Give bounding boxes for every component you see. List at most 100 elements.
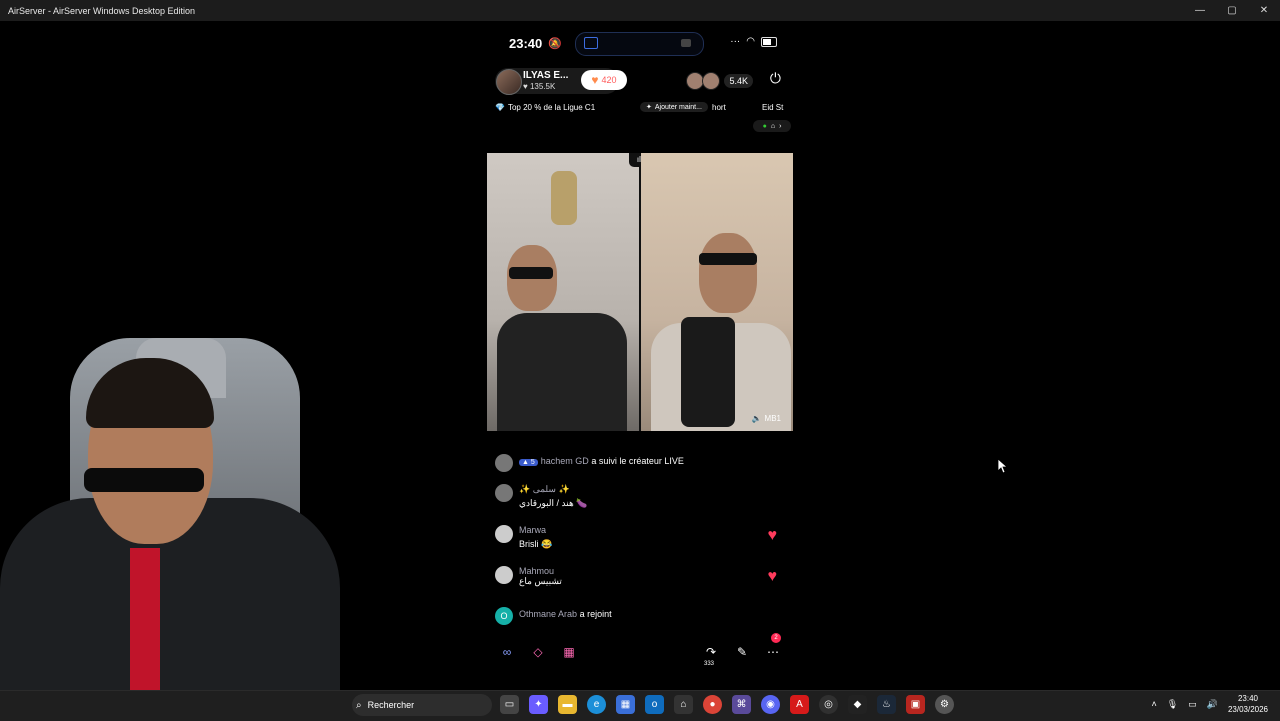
file-explorer-icon[interactable]: ▬: [558, 695, 577, 714]
tray-date: 23/03/2026: [1227, 705, 1268, 714]
mini-controls[interactable]: ● ⌂ ›: [753, 120, 791, 132]
eid-badge[interactable]: Eid St: [762, 103, 783, 112]
settings-gear-icon[interactable]: ⚙: [935, 695, 954, 714]
copilot-icon[interactable]: ✦: [529, 695, 548, 714]
chat-user: Marwa: [519, 525, 547, 535]
apps-grid-icon[interactable]: ▦: [557, 640, 581, 664]
right-person-head: [699, 233, 757, 313]
status-icons: ··· ◠: [730, 36, 777, 47]
network-icon[interactable]: ▭: [1188, 699, 1197, 710]
maximize-button[interactable]: ▢: [1216, 0, 1248, 21]
match-icon[interactable]: ◇: [526, 640, 550, 664]
discord-icon[interactable]: ◉: [761, 695, 780, 714]
host-pill[interactable]: ILYAS E... ♥ 135.5K ♥ 420: [495, 68, 627, 95]
dynamic-island: [575, 32, 704, 56]
clock-date[interactable]: 23:40 23/03/2026: [1228, 693, 1268, 715]
add-now-text: Ajouter maint...: [654, 103, 702, 111]
viewer-avatar: [702, 72, 721, 90]
chat-text: Brisli 😂: [519, 539, 553, 549]
host-likes: ♥ 135.5K: [523, 82, 556, 91]
streamer-shirt: [130, 548, 160, 690]
volume-icon[interactable]: 🔊: [1207, 699, 1218, 710]
heart-count: 420: [601, 75, 617, 85]
like-heart-icon[interactable]: ♥: [768, 568, 778, 586]
chat-text: هند / البورقادي 🍆: [519, 498, 588, 508]
signal-icon: ···: [730, 36, 741, 47]
chevron-right-icon: ›: [779, 122, 782, 130]
badge-row: 💎 Top 20 % de la Ligue C1 ✦ Ajouter maint.…: [495, 100, 785, 114]
mirrored-phone-screen: 23:40 🔕 ··· ◠ ILYAS E... ♥ 135.5K ♥ 420 5…: [487, 22, 793, 690]
held-phone: [681, 317, 735, 427]
search-placeholder: Rechercher: [367, 700, 415, 710]
chat-user: Mahmou: [519, 566, 555, 576]
chat-text: a suivi le créateur LIVE: [591, 456, 684, 466]
streamer-sunglasses: [84, 468, 204, 492]
streamer-app-icon[interactable]: ▣: [906, 695, 925, 714]
host-avatar[interactable]: [496, 69, 522, 95]
left-person-glasses: [509, 267, 553, 279]
user-avatar: [495, 484, 513, 502]
share-count: 333: [704, 661, 715, 667]
magic-wand-icon[interactable]: ✎: [730, 640, 754, 664]
tray-time: 23:40: [1237, 694, 1258, 703]
task-view-icon[interactable]: ▭: [500, 695, 519, 714]
user-avatar: [495, 454, 513, 472]
chevron-up-icon[interactable]: ˄: [1152, 699, 1157, 709]
guest-tag[interactable]: 🔈 MB1: [752, 414, 781, 423]
search-icon: ⌕: [356, 699, 362, 711]
follow-heart-button[interactable]: ♥ 420: [581, 70, 627, 90]
notification-badge: 2: [771, 633, 781, 643]
obs-icon[interactable]: ◎: [819, 695, 838, 714]
chat-user: Othmane Arab: [519, 609, 578, 619]
more-options-icon[interactable]: ⋯ 2: [761, 633, 785, 664]
wall-figure: [551, 171, 577, 225]
host-likes-value: 135.5K: [529, 82, 556, 91]
league-badge[interactable]: 💎 Top 20 % de la Ligue C1: [495, 103, 595, 112]
chrome-icon[interactable]: ●: [703, 695, 722, 714]
user-avatar: [495, 525, 513, 543]
green-dot-icon: ●: [762, 122, 767, 130]
window-controls: — ▢ ✕: [1184, 0, 1280, 21]
gamepad-icon[interactable]: ⌘: [732, 695, 751, 714]
airserver-icon[interactable]: ⌂: [674, 695, 693, 714]
join-line: Othmane Arab a rejoint: [519, 609, 612, 619]
follow-line: ▲ 5 hachem GD a suivi le créateur LIVE: [519, 456, 684, 466]
right-person-glasses: [699, 253, 757, 265]
add-now-badge[interactable]: ✦ Ajouter maint...: [640, 102, 708, 112]
bell-mute-icon: 🔕: [548, 38, 562, 50]
adobe-icon[interactable]: A: [790, 695, 809, 714]
heart-icon: ♥: [591, 73, 599, 87]
system-tray: ˄ 🎙 ▭ 🔊 23:40 23/03/2026: [1152, 693, 1268, 715]
level-value: 5: [530, 459, 535, 466]
speaker-icon: 🔈: [751, 414, 762, 423]
battery-icon: [761, 36, 777, 47]
viewers-group[interactable]: 5.4K: [686, 72, 753, 90]
outlook-icon[interactable]: o: [645, 695, 664, 714]
epic-icon[interactable]: ◆: [848, 695, 867, 714]
link-icon[interactable]: ∞: [495, 640, 519, 664]
camera-indicator-icon: [681, 39, 691, 47]
screen-mirroring-icon: [584, 37, 598, 49]
like-heart-icon[interactable]: ♥: [768, 527, 778, 545]
edge-icon[interactable]: e: [587, 695, 606, 714]
chat-user: hachem GD: [540, 456, 589, 466]
share-icon[interactable]: ↷ 333: [699, 640, 723, 667]
windows-taskbar: ⌕ Rechercher ▭ ✦ ▬ e ▦ o ⌂ ● ⌘ ◉ A ◎ ◆ ♨…: [0, 690, 1280, 721]
live-header: ILYAS E... ♥ 135.5K ♥ 420 5.4K ⏻: [495, 68, 785, 96]
chat-text: تشبيس ماع: [519, 576, 562, 586]
viewer-count: 5.4K: [724, 74, 753, 88]
taskbar-search[interactable]: ⌕ Rechercher: [352, 694, 492, 716]
close-button[interactable]: ✕: [1248, 0, 1280, 21]
power-icon[interactable]: ⏻: [770, 70, 781, 87]
guest-tag-text: MB1: [764, 414, 781, 423]
store-icon[interactable]: ▦: [616, 695, 635, 714]
steam-icon[interactable]: ♨: [877, 695, 896, 714]
window-title: AirServer - AirServer Windows Desktop Ed…: [8, 5, 196, 16]
split-video: ılı 🔈 MB1: [487, 153, 793, 431]
phone-status-bar: 23:40 🔕 ··· ◠: [487, 32, 793, 56]
microphone-icon[interactable]: 🎙: [1167, 699, 1178, 710]
minimize-button[interactable]: —: [1184, 0, 1216, 21]
short-badge[interactable]: hort: [712, 103, 726, 112]
window-titlebar: AirServer - AirServer Windows Desktop Ed…: [0, 0, 1280, 21]
diamond-icon: 💎: [495, 102, 505, 112]
